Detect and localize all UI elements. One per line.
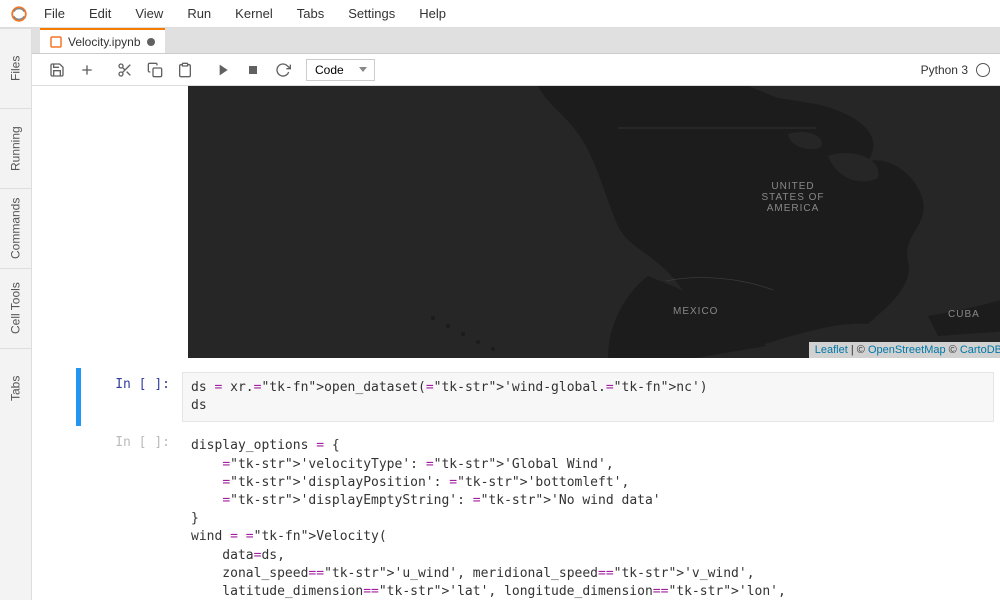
dirty-indicator-icon bbox=[147, 38, 155, 46]
save-button[interactable] bbox=[42, 56, 72, 84]
cell-1-prompt: In [ ]: bbox=[82, 372, 182, 422]
left-sidebar: Files Running Commands Cell Tools Tabs bbox=[0, 28, 32, 600]
cell-2-input[interactable]: display_options = { ="tk-str">'velocityT… bbox=[182, 430, 994, 600]
stop-button[interactable] bbox=[238, 56, 268, 84]
cell-1-input[interactable]: ds = xr.="tk-fn">open_dataset(="tk-str">… bbox=[182, 372, 994, 422]
cell-type-select[interactable]: Code bbox=[306, 59, 375, 81]
jupyter-logo bbox=[0, 5, 32, 23]
map-label-mexico: MEXICO bbox=[673, 306, 718, 317]
tab-velocity[interactable]: Velocity.ipynb bbox=[40, 28, 165, 53]
menu-file[interactable]: File bbox=[32, 2, 77, 25]
map-label-cuba: CUBA bbox=[948, 309, 980, 320]
map-output: UNITEDSTATES OFAMERICA MEXICO CUBA Leafl… bbox=[188, 86, 994, 358]
copy-button[interactable] bbox=[140, 56, 170, 84]
menu-settings[interactable]: Settings bbox=[336, 2, 407, 25]
menu-view[interactable]: View bbox=[123, 2, 175, 25]
run-button[interactable] bbox=[208, 56, 238, 84]
menu-run[interactable]: Run bbox=[175, 2, 223, 25]
menu-edit[interactable]: Edit bbox=[77, 2, 123, 25]
cell-2-prompt: In [ ]: bbox=[82, 430, 182, 600]
cell-2[interactable]: In [ ]: display_options = { ="tk-str">'v… bbox=[32, 426, 1000, 600]
attrib-carto-link[interactable]: CartoDB bbox=[960, 344, 1000, 356]
attrib-osm-link[interactable]: OpenStreetMap bbox=[868, 344, 946, 356]
sidebar-tab-running[interactable]: Running bbox=[0, 108, 31, 188]
map-attribution: Leaflet | © OpenStreetMap © CartoDB bbox=[809, 342, 1000, 358]
kernel-status-icon[interactable] bbox=[976, 63, 990, 77]
cut-button[interactable] bbox=[110, 56, 140, 84]
kernel-name[interactable]: Python 3 bbox=[921, 63, 968, 77]
tab-title: Velocity.ipynb bbox=[68, 35, 141, 49]
map-label-usa: UNITEDSTATES OFAMERICA bbox=[733, 181, 853, 214]
menubar: File Edit View Run Kernel Tabs Settings … bbox=[0, 0, 1000, 28]
sidebar-tab-files[interactable]: Files bbox=[0, 28, 31, 108]
insert-cell-button[interactable] bbox=[72, 56, 102, 84]
menu-kernel[interactable]: Kernel bbox=[223, 2, 285, 25]
leaflet-map[interactable]: UNITEDSTATES OFAMERICA MEXICO CUBA Leafl… bbox=[188, 86, 1000, 358]
cell-1[interactable]: In [ ]: ds = xr.="tk-fn">open_dataset(="… bbox=[32, 368, 1000, 426]
menu-tabs[interactable]: Tabs bbox=[285, 2, 336, 25]
tab-bar: Velocity.ipynb bbox=[32, 28, 1000, 54]
menu-help[interactable]: Help bbox=[407, 2, 458, 25]
notebook-body[interactable]: UNITEDSTATES OFAMERICA MEXICO CUBA Leafl… bbox=[32, 86, 1000, 600]
paste-button[interactable] bbox=[170, 56, 200, 84]
sidebar-tab-celltools[interactable]: Cell Tools bbox=[0, 268, 31, 348]
sidebar-tab-commands[interactable]: Commands bbox=[0, 188, 31, 268]
restart-button[interactable] bbox=[268, 56, 298, 84]
attrib-leaflet-link[interactable]: Leaflet bbox=[815, 344, 848, 356]
notebook-icon bbox=[50, 36, 62, 48]
sidebar-tab-tabs[interactable]: Tabs bbox=[0, 348, 31, 428]
notebook-toolbar: Code Python 3 bbox=[32, 54, 1000, 86]
